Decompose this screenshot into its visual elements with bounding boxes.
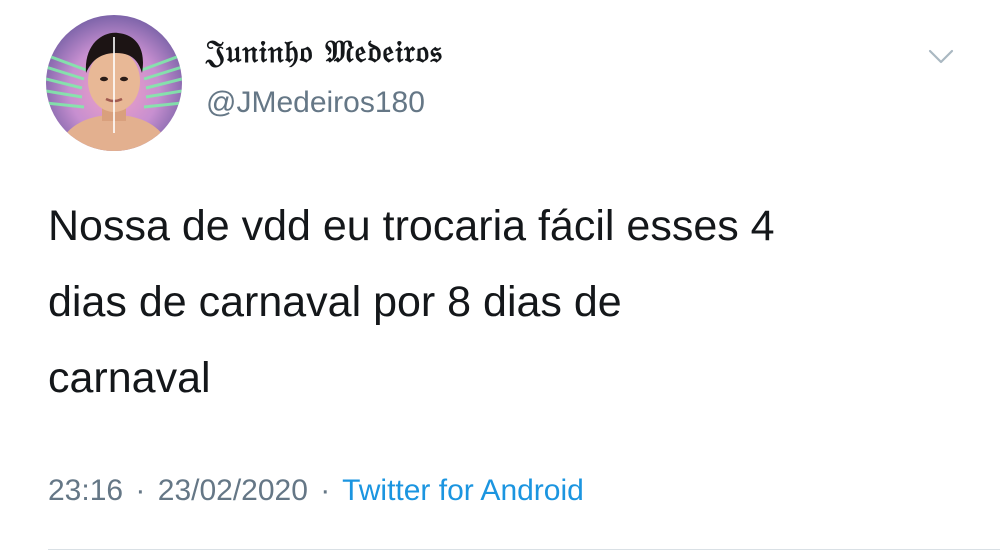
tweet-card: 𝔍𝔲𝔫𝔦𝔫𝔥𝔬 𝔐𝔢𝔡𝔢𝔦𝔯𝔬𝔰 @JMedeiros180 Nossa de … <box>0 0 1000 557</box>
tweet-date[interactable]: 23/02/2020 <box>158 474 308 507</box>
tweet-time[interactable]: 23:16 <box>48 474 123 507</box>
avatar[interactable] <box>46 15 182 151</box>
avatar-image <box>46 15 182 151</box>
chevron-down-icon[interactable] <box>926 44 956 68</box>
display-name[interactable]: 𝔍𝔲𝔫𝔦𝔫𝔥𝔬 𝔐𝔢𝔡𝔢𝔦𝔯𝔬𝔰 <box>206 34 443 71</box>
tweet-text-line: carnaval <box>48 354 211 402</box>
tweet-text: Nossa de vdd eu trocaria fácil esses 4 d… <box>48 188 958 416</box>
tweet-metadata: 23:16 · 23/02/2020 · Twitter for Android <box>48 474 584 508</box>
user-handle[interactable]: @JMedeiros180 <box>206 86 425 120</box>
separator-dot: · <box>135 474 146 507</box>
tweet-source-link[interactable]: Twitter for Android <box>342 474 584 507</box>
tweet-text-line: Nossa de vdd eu trocaria fácil esses 4 <box>48 202 775 250</box>
tweet-text-line: dias de carnaval por 8 dias de <box>48 278 622 326</box>
separator-dot: · <box>320 474 331 507</box>
divider <box>48 549 1000 550</box>
